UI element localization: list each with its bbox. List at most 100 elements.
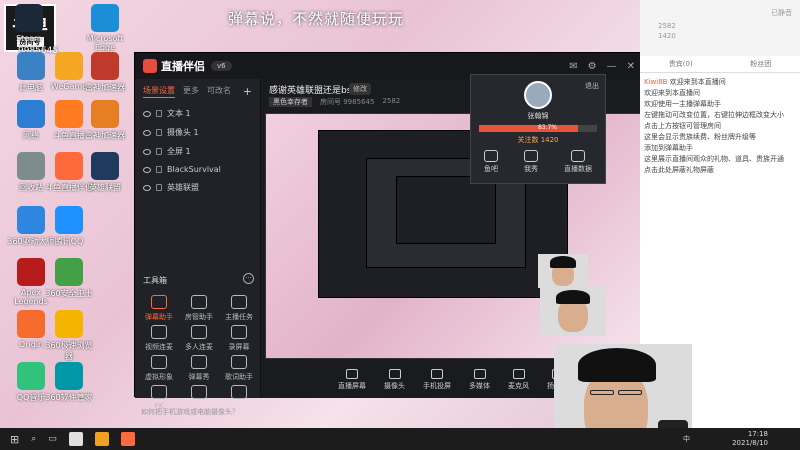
- tool-item[interactable]: 弹幕助手: [139, 295, 179, 322]
- tool-icon: [151, 295, 167, 309]
- add-source-icon[interactable]: +: [243, 85, 252, 98]
- desktop-icon[interactable]: 英雄联盟: [80, 152, 130, 193]
- mute-status[interactable]: 已静音: [771, 8, 792, 18]
- source-item[interactable]: 全屏 1: [135, 142, 260, 161]
- desktop-icon[interactable]: 360安全卫士: [44, 258, 94, 299]
- desktop-icon[interactable]: 腾讯QQ: [44, 206, 94, 247]
- clock[interactable]: 17:18 2021/8/10: [732, 430, 768, 448]
- source-item[interactable]: 文本 1: [135, 104, 260, 123]
- chat-text: 点击上方按钮可管理房间: [644, 122, 721, 130]
- source-item[interactable]: 摄像头 1: [135, 123, 260, 142]
- tab-fans[interactable]: 粉丝团: [750, 59, 771, 69]
- popup-actions: 鱼吧 我秀 直播数据: [471, 150, 605, 174]
- level-progress: 83.7%: [479, 124, 597, 132]
- source-action-button[interactable]: 麦克风: [508, 369, 529, 391]
- visibility-icon[interactable]: [143, 110, 151, 117]
- app-icon: [55, 152, 83, 180]
- chat-user[interactable]: Kiwi8B: [644, 78, 667, 86]
- desktop-icon[interactable]: 雷神加速器: [80, 100, 130, 141]
- taskbar-explorer-icon[interactable]: [68, 432, 83, 446]
- source-action-button[interactable]: 多媒体: [469, 369, 490, 391]
- mail-icon[interactable]: ✉: [569, 61, 577, 72]
- tab-rename[interactable]: 可改名: [207, 85, 231, 98]
- tool-item[interactable]: 主播任务: [219, 295, 259, 322]
- source-label: 全屏 1: [167, 147, 191, 156]
- follow-count: 关注数 1420: [517, 136, 559, 144]
- visibility-icon[interactable]: [143, 184, 151, 191]
- desktop-icon[interactable]: Microsoft Edge: [80, 4, 130, 52]
- lock-icon[interactable]: [156, 129, 162, 136]
- category-badge[interactable]: 黑色幸存者: [269, 97, 312, 107]
- tool-item[interactable]: 多人连麦: [179, 325, 219, 352]
- live-data-button[interactable]: 直播数据: [564, 150, 592, 174]
- tab-more[interactable]: 更多: [183, 85, 199, 98]
- tool-item[interactable]: 虚拟形象: [139, 355, 179, 382]
- logout-button[interactable]: 退出: [585, 81, 599, 91]
- app-icon: [17, 362, 45, 390]
- version-badge[interactable]: v6: [211, 61, 232, 71]
- scene-panel: 场景设置 更多 可改名 + 文本 1 摄像头 1 全屏 1 BlackSurvival…: [135, 79, 261, 416]
- scene-tabs: 场景设置 更多 可改名 +: [135, 79, 260, 104]
- lock-icon[interactable]: [156, 184, 162, 191]
- desktop-icon[interactable]: 360软件管家: [44, 362, 94, 403]
- tool-label: 虚拟形象: [145, 373, 173, 381]
- tool-item[interactable]: 房管助手: [179, 295, 219, 322]
- action-label: 多媒体: [469, 382, 490, 390]
- toolbox-more-icon[interactable]: ···: [243, 273, 254, 284]
- source-label: 文本 1: [167, 109, 191, 118]
- tool-item[interactable]: [219, 385, 259, 402]
- app-logo-text: 直播伴侣: [161, 60, 205, 73]
- search-icon[interactable]: ⌕: [31, 434, 36, 444]
- tool-item[interactable]: 视频连麦: [139, 325, 179, 352]
- tool-icon: [191, 355, 207, 369]
- source-action-button[interactable]: 手机投屏: [423, 369, 451, 391]
- tool-item[interactable]: [179, 385, 219, 402]
- settings-icon[interactable]: ⚙: [588, 61, 597, 72]
- lock-icon[interactable]: [156, 166, 162, 173]
- desktop-icon[interactable]: Steam: [4, 4, 54, 43]
- source-action-button[interactable]: 摄像头: [384, 369, 405, 391]
- desktop-icon-label: Microsoft Edge: [86, 34, 124, 52]
- desktop-icon-label: 360软件管家: [45, 393, 93, 402]
- source-label: 摄像头 1: [167, 128, 199, 137]
- taskbar: ⊞ ⌕ ▭ 中 17:18 2021/8/10: [0, 428, 800, 450]
- tool-label: 多人连麦: [185, 343, 213, 351]
- nested-preview-3: [396, 176, 496, 244]
- lock-icon[interactable]: [156, 148, 162, 155]
- source-action-button[interactable]: 直播屏幕: [338, 369, 366, 391]
- tool-item[interactable]: 录屏幕: [219, 325, 259, 352]
- source-label: 英雄联盟: [167, 183, 199, 192]
- task-view-icon[interactable]: ▭: [48, 434, 57, 444]
- tool-item[interactable]: 弹幕秀: [179, 355, 219, 382]
- help-link[interactable]: 如何把手机游戏或电脑摄像头？: [141, 407, 239, 417]
- tool-item[interactable]: 歌词助手: [219, 355, 259, 382]
- chat-text: 点击此处屏蔽礼物屏蔽: [644, 166, 714, 174]
- chat-text: 添加到弹幕助手: [644, 144, 693, 152]
- taskbar-live-companion-icon[interactable]: [94, 432, 109, 446]
- visibility-icon[interactable]: [143, 166, 151, 173]
- source-item[interactable]: BlackSurvival: [135, 161, 260, 178]
- avatar[interactable]: [524, 81, 552, 109]
- desktop-icon[interactable]: 雷神加速器: [80, 52, 130, 93]
- lock-icon[interactable]: [156, 110, 162, 117]
- stat-popularity: 2582: [658, 22, 676, 30]
- input-language[interactable]: 中: [683, 434, 690, 444]
- tool-icon: [191, 295, 207, 309]
- tab-vip[interactable]: 贵宾(0): [669, 59, 693, 69]
- desktop-icon[interactable]: 360极速浏览器: [44, 310, 94, 362]
- edit-title-button[interactable]: 修改: [349, 83, 371, 95]
- minimize-icon[interactable]: —: [607, 61, 617, 72]
- visibility-icon[interactable]: [143, 148, 151, 155]
- tab-scene[interactable]: 场景设置: [143, 85, 175, 98]
- close-icon[interactable]: ✕: [627, 61, 635, 72]
- glasses-right: [618, 390, 642, 395]
- taskbar-douyu-icon[interactable]: [120, 432, 135, 446]
- show-button[interactable]: 我秀: [524, 150, 538, 174]
- fishbar-button[interactable]: 鱼吧: [484, 150, 498, 174]
- chat-text: 欢迎来到本直播间: [669, 78, 726, 86]
- visibility-icon[interactable]: [143, 129, 151, 136]
- chat-text: 欢迎来到本直播间: [644, 89, 700, 97]
- app-icon: [15, 4, 43, 32]
- source-item[interactable]: 英雄联盟: [135, 178, 260, 197]
- windows-start-icon[interactable]: ⊞: [10, 433, 19, 446]
